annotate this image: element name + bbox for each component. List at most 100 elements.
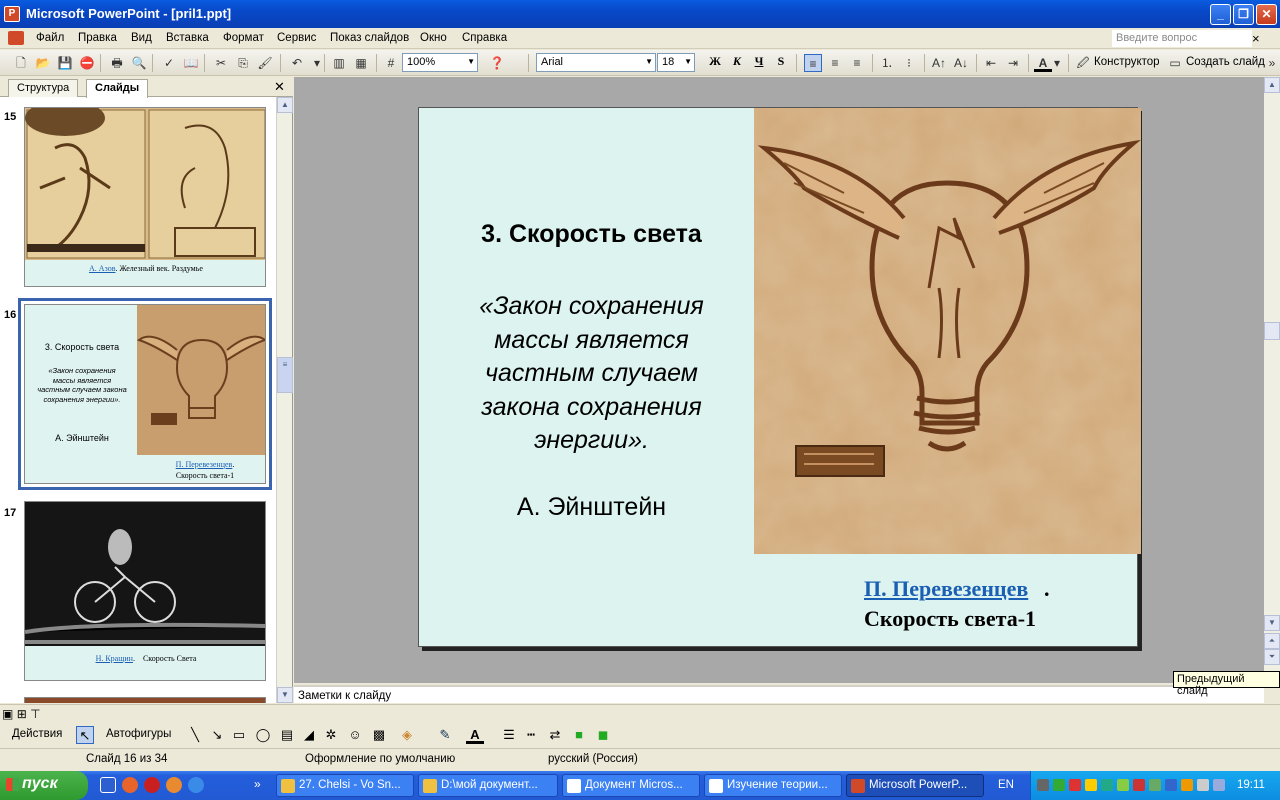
volume-icon[interactable] <box>1197 779 1209 791</box>
clipart-icon[interactable]: ☺ <box>346 726 364 744</box>
arrow-icon[interactable]: ↘ <box>208 726 226 744</box>
spelling-icon[interactable]: ✓ <box>160 54 178 72</box>
font-color-icon[interactable]: A <box>1034 54 1052 72</box>
underline-button[interactable]: Ч <box>750 54 768 69</box>
diagram-icon[interactable]: ✲ <box>322 726 340 744</box>
insert-table-icon[interactable]: ▦ <box>352 54 370 72</box>
increase-font-icon[interactable]: A↑ <box>930 54 948 72</box>
italic-button[interactable]: К <box>728 54 746 69</box>
design-icon[interactable]: 🖉 <box>1074 54 1092 72</box>
taskbar-item[interactable]: Документ Micros... <box>562 774 700 797</box>
shadow-style-icon[interactable]: ■ <box>570 726 588 744</box>
shadow-button[interactable]: S <box>772 54 790 69</box>
quicklaunch-expand-icon[interactable]: » <box>254 777 261 791</box>
close-button[interactable]: ✕ <box>1256 4 1277 25</box>
network-icon[interactable] <box>1037 779 1049 791</box>
cut-icon[interactable]: ✂ <box>212 54 230 72</box>
taskbar-item[interactable]: 27. Chelsi - Vo Sn... <box>276 774 414 797</box>
player-quicklaunch-icon[interactable] <box>188 777 204 793</box>
slide-thumbnail-15[interactable]: А. Азов. Железный век. Раздумье <box>24 107 266 287</box>
arrow-style-icon[interactable]: ⇄ <box>546 726 564 744</box>
line-color-icon[interactable]: ✎ <box>436 726 454 744</box>
media-quicklaunch-icon[interactable] <box>166 777 182 793</box>
save-icon[interactable]: 💾 <box>56 54 74 72</box>
slide-thumbnail-17[interactable]: Н. Кращин. Скорость Света <box>24 501 266 681</box>
increase-indent-icon[interactable]: ⇥ <box>1004 54 1022 72</box>
slideshow-view-icon[interactable]: ⊤ <box>30 707 40 721</box>
scroll-up-icon[interactable]: ▲ <box>1264 77 1280 93</box>
select-pointer-icon[interactable]: ↖ <box>76 726 94 744</box>
line-style-icon[interactable]: ☰ <box>500 726 518 744</box>
copy-icon[interactable]: ⎘ <box>234 54 252 72</box>
research-icon[interactable]: 📖 <box>182 54 200 72</box>
close-pane-icon[interactable]: ✕ <box>274 79 285 95</box>
ask-question-input[interactable]: Введите вопрос <box>1112 30 1252 47</box>
menu-file[interactable]: Файл <box>36 32 64 44</box>
slide-thumbnail-16[interactable]: 3. Скорость света «Закон сохранения масс… <box>18 298 272 490</box>
slide-thumbnail-18-partial[interactable] <box>24 697 266 703</box>
taskbar-item-active[interactable]: Microsoft PowerP... <box>846 774 984 797</box>
slide-title[interactable]: 3. Скорость света <box>419 220 764 249</box>
text-box-icon[interactable]: ▤ <box>278 726 296 744</box>
notes-pane[interactable]: Заметки к слайду <box>294 685 1264 703</box>
rectangle-icon[interactable]: ▭ <box>230 726 248 744</box>
close-document-icon[interactable]: × <box>1252 31 1260 46</box>
numbering-icon[interactable]: ⒈ <box>878 54 896 72</box>
minimize-button[interactable]: _ <box>1210 4 1231 25</box>
design-button[interactable]: Конструктор <box>1094 56 1160 68</box>
powerpoint-app-icon[interactable]: P <box>4 6 20 22</box>
tray-icon[interactable] <box>1181 779 1193 791</box>
tray-icon[interactable] <box>1213 779 1225 791</box>
toolbar-options-icon[interactable]: » <box>1266 54 1278 72</box>
tray-icon[interactable] <box>1085 779 1097 791</box>
font-color-icon[interactable]: A <box>466 726 484 744</box>
clock[interactable]: 19:11 <box>1237 779 1265 791</box>
menu-slideshow[interactable]: Показ слайдов <box>330 32 409 44</box>
scroll-up-icon[interactable]: ▲ <box>277 97 293 113</box>
document-icon[interactable] <box>8 31 24 45</box>
fill-color-icon[interactable]: ◈ <box>398 726 416 744</box>
chevron-down-icon[interactable]: ▾ <box>1052 54 1062 72</box>
word-quicklaunch-icon[interactable] <box>100 777 116 793</box>
current-slide[interactable]: 3. Скорость света «Закон сохранения масс… <box>418 107 1141 647</box>
help-icon[interactable]: ❓ <box>488 54 506 72</box>
previous-slide-icon[interactable]: ⏶ <box>1264 633 1280 649</box>
menu-format[interactable]: Формат <box>223 32 264 44</box>
firefox-quicklaunch-icon[interactable] <box>122 777 138 793</box>
new-icon[interactable]: 🗋 <box>12 54 30 72</box>
scroll-thumb[interactable]: ≡ <box>277 357 293 393</box>
print-preview-icon[interactable]: 🔍 <box>130 54 148 72</box>
insert-picture-icon[interactable]: ▩ <box>370 726 388 744</box>
show-grid-icon[interactable]: # <box>382 54 400 72</box>
tray-icon[interactable] <box>1149 779 1161 791</box>
tab-slides[interactable]: Слайды <box>86 79 149 98</box>
slide-sorter-view-icon[interactable]: ⊞ <box>17 707 27 721</box>
new-slide-icon[interactable]: ▭ <box>1166 54 1184 72</box>
start-button[interactable]: пуск <box>0 771 88 800</box>
align-right-icon[interactable]: ≡ <box>848 54 866 72</box>
slide-author[interactable]: А. Эйнштейн <box>419 493 764 522</box>
tray-icon[interactable] <box>1133 779 1145 791</box>
menu-insert[interactable]: Вставка <box>166 32 209 44</box>
tray-icon[interactable] <box>1117 779 1129 791</box>
align-left-icon[interactable]: ≡ <box>804 54 822 72</box>
menu-help[interactable]: Справка <box>462 32 507 44</box>
scroll-thumb[interactable] <box>1264 322 1280 340</box>
menu-view[interactable]: Вид <box>131 32 152 44</box>
maximize-button[interactable]: ❐ <box>1233 4 1254 25</box>
dash-style-icon[interactable]: ┅ <box>522 726 540 744</box>
slide-scrollbar[interactable]: ▲ ▼ ⏶ ⏷ <box>1264 77 1280 683</box>
print-icon[interactable]: 🖶 <box>108 54 126 72</box>
tab-outline[interactable]: Структура <box>8 79 79 97</box>
bold-button[interactable]: Ж <box>706 54 724 69</box>
slide-quote[interactable]: «Закон сохранения массы является частным… <box>444 290 739 458</box>
font-select[interactable]: Arial ▼ <box>536 53 656 72</box>
menu-tools[interactable]: Сервис <box>277 32 316 44</box>
format-painter-icon[interactable]: 🖌 <box>256 54 274 72</box>
opera-quicklaunch-icon[interactable] <box>144 777 160 793</box>
thumbnails-scrollbar[interactable]: ▲ ≡ ▼ <box>276 97 293 703</box>
permission-icon[interactable]: ⛔ <box>78 54 96 72</box>
wordart-icon[interactable]: ◢ <box>300 726 318 744</box>
3d-style-icon[interactable]: ◼ <box>594 726 612 744</box>
author-link[interactable]: П. Перевезенцев <box>864 576 1028 602</box>
